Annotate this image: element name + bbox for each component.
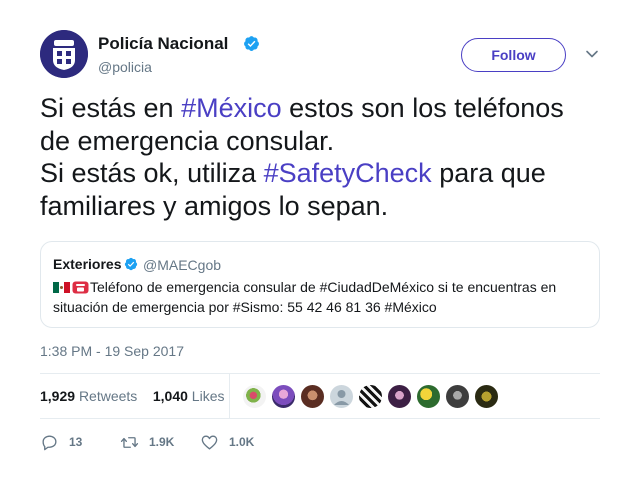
tweet-text-segment: Si estás ok, utiliza <box>40 158 264 188</box>
telephone-icon <box>72 281 89 294</box>
tweet-line: Si estás en #México estos son los teléfo… <box>40 92 610 125</box>
retweets-label: Retweets <box>78 388 138 404</box>
retweet-icon <box>120 436 139 448</box>
chevron-down-icon[interactable] <box>584 46 600 62</box>
divider <box>40 373 600 374</box>
quoted-text-line1: Teléfono de emergencia consular de #Ciud… <box>90 279 557 295</box>
heart-icon <box>201 434 218 450</box>
liker-avatar[interactable] <box>416 384 441 409</box>
reply-count: 13 <box>69 435 83 449</box>
default-profile-icon <box>334 390 349 405</box>
tweet-text-segment: estos son los teléfonos <box>281 93 564 123</box>
liker-avatar[interactable] <box>445 384 470 409</box>
divider <box>229 373 230 418</box>
author-handle[interactable]: @policia <box>98 59 152 75</box>
tweet-text: Si estás en #México estos son los teléfo… <box>40 92 610 222</box>
author-name[interactable]: Policía Nacional <box>98 34 228 54</box>
retweets-count: 1,929 <box>40 388 76 404</box>
verified-badge-icon <box>124 257 138 271</box>
like-button[interactable]: 1.0K <box>200 432 254 452</box>
tweet-header: Policía Nacional @policia Follow <box>40 30 600 80</box>
tweet-line: de emergencia consular. <box>40 125 335 156</box>
tweet-timestamp[interactable]: 1:38 PM - 19 Sep 2017 <box>40 343 184 359</box>
quoted-text-line2: situación de emergencia por #Sismo: 55 4… <box>53 299 437 315</box>
tweet-text-segment: Si estás en <box>40 93 182 123</box>
author-avatar[interactable] <box>40 30 88 78</box>
retweets-stat[interactable]: 1,929 Retweets <box>40 388 137 404</box>
like-count: 1.0K <box>229 435 255 449</box>
follow-button[interactable]: Follow <box>461 38 566 72</box>
liker-avatar[interactable] <box>300 384 325 409</box>
quoted-author-handle: @MAECgob <box>143 257 222 273</box>
hashtag-link[interactable]: #México <box>181 93 282 123</box>
police-badge-icon <box>40 30 88 78</box>
likes-label: Likes <box>191 388 225 404</box>
quoted-tweet-text: Teléfono de emergencia consular de #Ciud… <box>53 277 583 317</box>
reply-button[interactable]: 13 <box>40 432 82 452</box>
liker-avatar[interactable] <box>329 384 354 409</box>
verified-badge-icon <box>244 36 259 51</box>
quoted-tweet-card[interactable]: Exteriores @MAECgob Teléfono de emergenc… <box>40 241 600 328</box>
liker-avatar[interactable] <box>358 384 383 409</box>
liker-avatar[interactable] <box>387 384 412 409</box>
likes-stat[interactable]: 1,040 Likes <box>153 388 225 404</box>
mexico-flag-icon <box>53 282 70 293</box>
tweet-line: familiares y amigos lo sepan. <box>40 190 389 221</box>
engagement-stats: 1,929 Retweets 1,040 Likes <box>40 388 224 404</box>
hashtag-link[interactable]: #SafetyCheck <box>264 158 432 188</box>
divider <box>40 418 600 419</box>
tweet-text-segment: para que <box>431 158 546 188</box>
likes-count: 1,040 <box>152 388 188 404</box>
liker-avatar[interactable] <box>242 384 267 409</box>
liker-avatar[interactable] <box>474 384 499 409</box>
reply-icon <box>42 434 57 450</box>
tweet-line: Si estás ok, utiliza #SafetyCheck para q… <box>40 157 610 190</box>
retweet-count: 1.9K <box>149 435 175 449</box>
quoted-text-line: Teléfono de emergencia consular de #Ciud… <box>53 277 583 297</box>
liker-avatar[interactable] <box>271 384 296 409</box>
retweet-button[interactable]: 1.9K <box>120 432 174 452</box>
quoted-author-name: Exteriores <box>53 256 122 272</box>
